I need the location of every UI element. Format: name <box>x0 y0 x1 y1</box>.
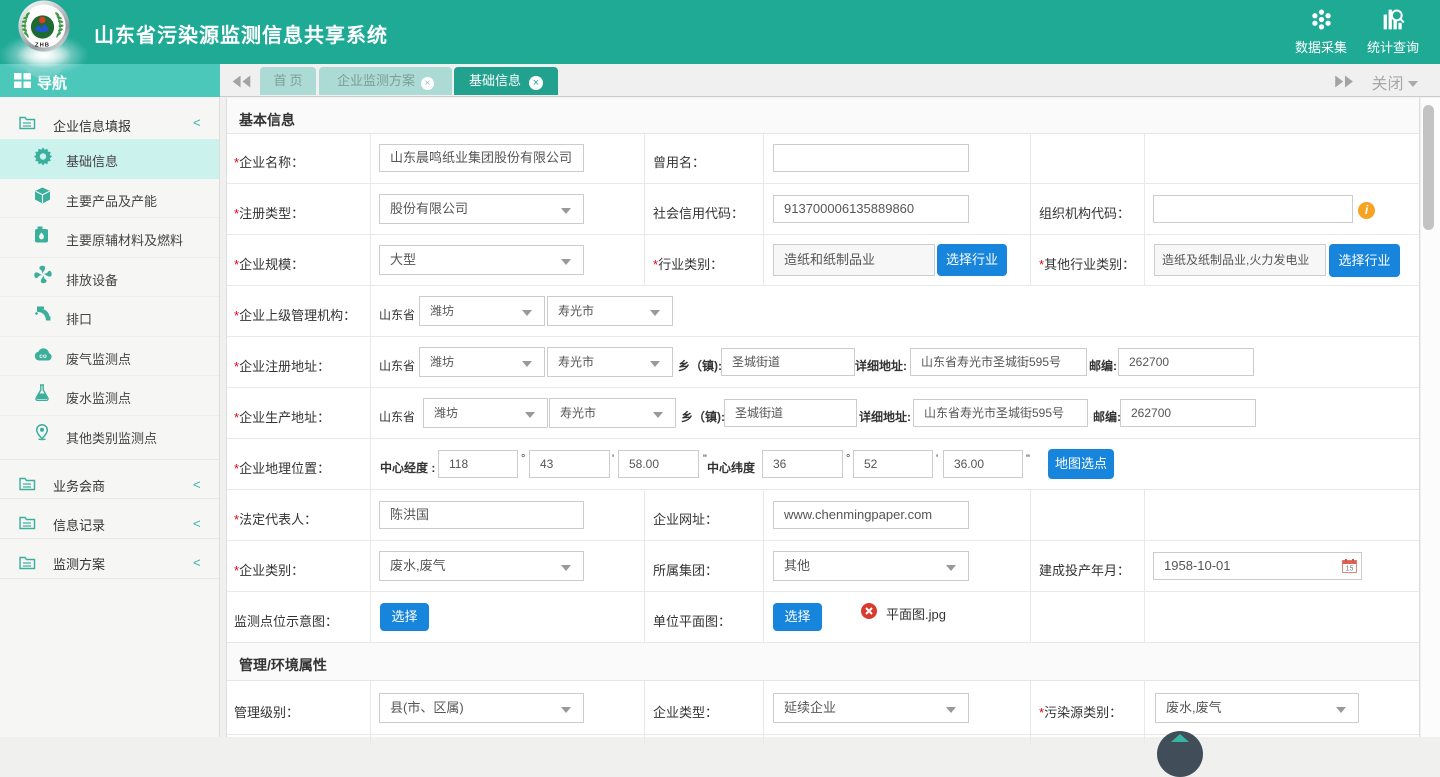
svg-text:15: 15 <box>1346 566 1354 573</box>
svg-text:ZHB: ZHB <box>35 43 50 49</box>
svg-text:co: co <box>39 353 47 360</box>
